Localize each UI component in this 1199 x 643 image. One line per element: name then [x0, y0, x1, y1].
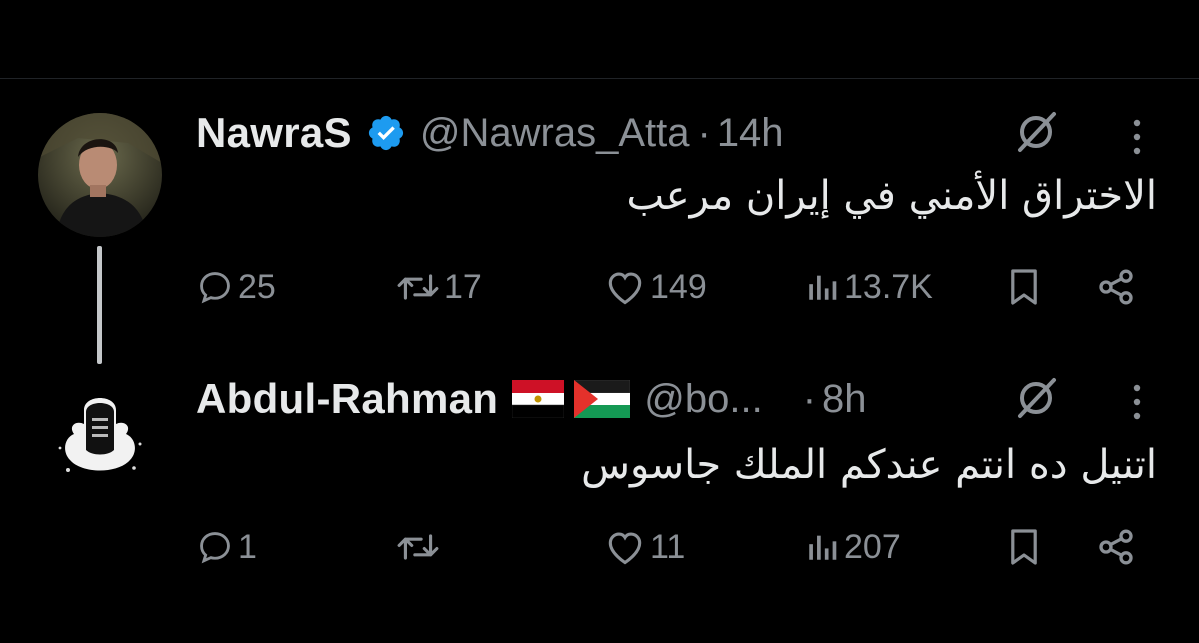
share-button[interactable]: [1096, 522, 1136, 572]
avatar[interactable]: [48, 382, 152, 486]
reply-icon: [200, 532, 230, 564]
like-count: 11: [650, 527, 686, 566]
repost-count: 17: [444, 267, 482, 306]
more-options-icon[interactable]: [1130, 382, 1144, 422]
timestamp[interactable]: 14h: [717, 111, 784, 156]
palestine-flag-icon: [574, 380, 631, 418]
action-bar: 25 17 149 13.7K: [196, 262, 1156, 312]
reply-count: 1: [238, 527, 257, 566]
view-count: 13.7K: [844, 267, 933, 306]
avatar[interactable]: [38, 113, 162, 237]
separator-dot: ·: [697, 110, 711, 155]
action-bar: 1 11 207: [196, 522, 1156, 572]
more-options-icon[interactable]: [1130, 117, 1144, 157]
author-name[interactable]: NawraS: [196, 109, 352, 157]
bookmark-button[interactable]: [1008, 262, 1040, 312]
separator-dot: ·: [802, 376, 817, 421]
reply-button[interactable]: 1: [196, 522, 257, 572]
views-button[interactable]: 13.7K: [804, 262, 933, 312]
tweet-2[interactable]: Abdul-Rahman @bo... · 8h اتنيل ده انتم ع…: [0, 330, 1199, 643]
bookmark-icon: [1011, 269, 1037, 305]
timestamp[interactable]: 8h: [822, 377, 867, 422]
views-button[interactable]: 207: [804, 522, 901, 572]
tweet-text: الاختراق الأمني في إيران مرعب: [626, 173, 1157, 219]
repost-icon: [397, 274, 439, 300]
tweet-header: Abdul-Rahman @bo... · 8h: [196, 374, 867, 424]
like-count: 149: [650, 267, 707, 306]
bookmark-icon: [1011, 529, 1037, 565]
grok-icon[interactable]: [1010, 372, 1062, 424]
repost-icon: [397, 534, 439, 560]
reply-count: 25: [238, 267, 276, 306]
heart-icon: [608, 272, 642, 305]
tweet-header: NawraS @Nawras_Atta · 14h: [196, 108, 784, 158]
repost-button[interactable]: 17: [396, 262, 482, 312]
egypt-flag-icon: [512, 380, 565, 418]
author-handle[interactable]: @bo...: [644, 377, 762, 422]
like-button[interactable]: 149: [604, 262, 707, 312]
views-icon: [809, 275, 837, 300]
repost-button[interactable]: [396, 522, 444, 572]
share-button[interactable]: [1096, 262, 1136, 312]
heart-icon: [608, 532, 642, 565]
author-handle[interactable]: @Nawras_Atta: [420, 111, 690, 156]
author-name[interactable]: Abdul-Rahman: [196, 375, 498, 423]
verified-icon: [368, 115, 403, 151]
grok-icon[interactable]: [1010, 106, 1062, 158]
share-icon: [1099, 269, 1133, 305]
tweet-text: اتنيل ده انتم عندكم الملك جاسوس: [581, 442, 1157, 488]
view-count: 207: [844, 527, 901, 566]
views-icon: [809, 535, 837, 560]
bookmark-button[interactable]: [1008, 522, 1040, 572]
share-icon: [1099, 529, 1133, 565]
tweet-1[interactable]: NawraS @Nawras_Atta · 14h الاختراق الأمن…: [0, 0, 1199, 364]
reply-button[interactable]: 25: [196, 262, 276, 312]
like-button[interactable]: 11: [604, 522, 685, 572]
reply-icon: [200, 272, 230, 304]
